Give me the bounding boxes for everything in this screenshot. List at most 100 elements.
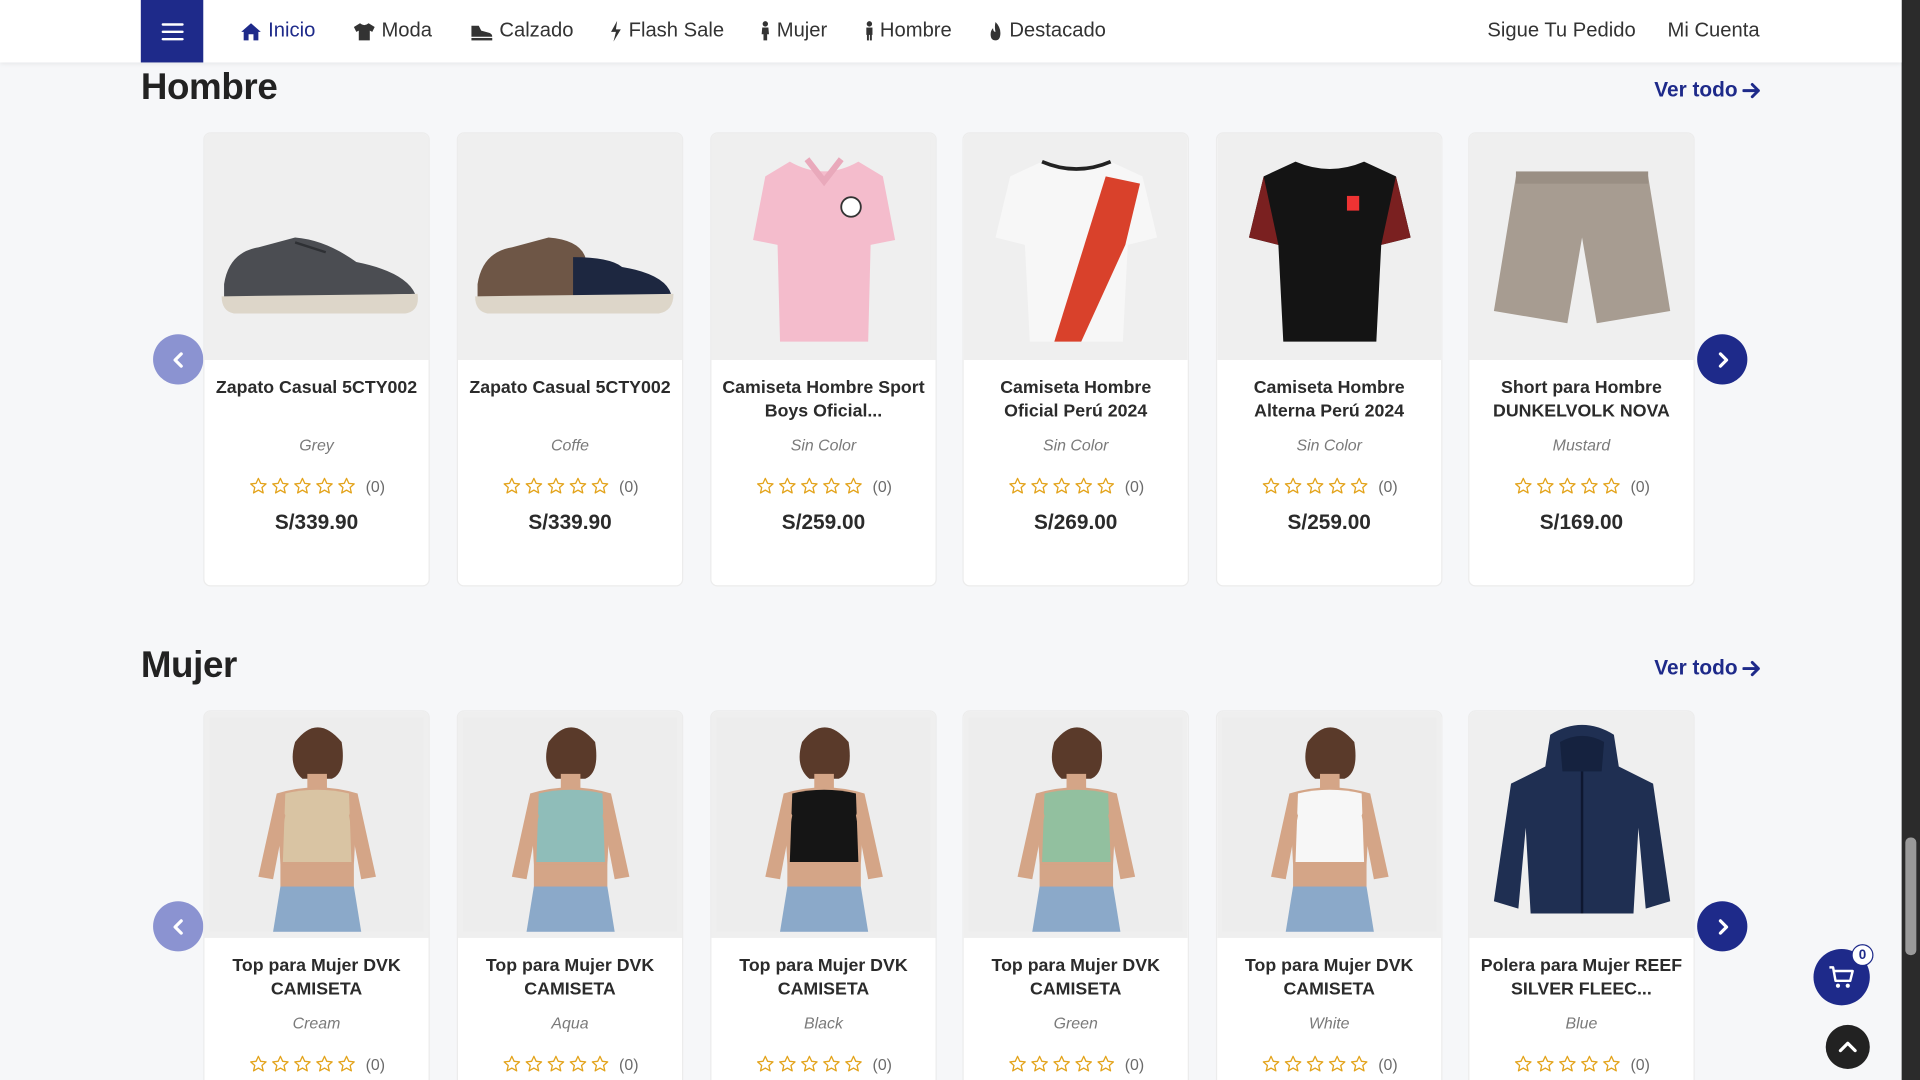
- star-icon: [315, 1055, 333, 1072]
- product-name[interactable]: Polera para Mujer REEF SILVER FLEEC...: [1469, 955, 1693, 1002]
- nav-item-destacado[interactable]: Destacado: [989, 20, 1106, 43]
- product-image[interactable]: [1217, 133, 1442, 361]
- review-count: (0): [365, 1054, 386, 1074]
- product-name[interactable]: Top para Mujer DVK CAMISETA: [458, 955, 682, 1002]
- star-icon: [1514, 1055, 1532, 1072]
- back-to-top-button[interactable]: [1825, 1024, 1870, 1069]
- product-card[interactable]: Polera para Mujer REEF SILVER FLEEC... Bl…: [1468, 710, 1695, 1080]
- product-card[interactable]: Short para Hombre DUNKELVOLK NOVA Mustard…: [1468, 132, 1695, 587]
- review-count: (0): [1630, 1054, 1650, 1074]
- see-all-mujer-link[interactable]: Ver todo: [1654, 656, 1761, 680]
- carousel-prev-button[interactable]: [153, 334, 204, 385]
- product-name[interactable]: Short para Hombre DUNKELVOLK NOVA: [1469, 377, 1693, 424]
- product-name[interactable]: Zapato Casual 5CTY002: [458, 377, 682, 424]
- top-navbar: Inicio Moda Calzado Flash Sale Mujer Hom…: [0, 0, 1902, 63]
- my-account-link[interactable]: Mi Cuenta: [1668, 20, 1760, 43]
- review-count: (0): [619, 1054, 639, 1074]
- star-icon: [1328, 477, 1345, 494]
- product-image[interactable]: [204, 133, 429, 361]
- product-variant: Aqua: [551, 1013, 589, 1033]
- star-icon: [249, 477, 267, 494]
- cart-icon: [1829, 966, 1854, 988]
- product-price: S/339.90: [274, 510, 359, 534]
- product-name[interactable]: Top para Mujer DVK CAMISETA: [711, 955, 935, 1002]
- hamburger-menu-button[interactable]: [140, 0, 204, 63]
- product-rating: (0): [1469, 1054, 1693, 1074]
- star-icon: [1602, 1055, 1620, 1072]
- product-name[interactable]: Camiseta Hombre Alterna Perú 2024: [1217, 377, 1441, 424]
- nav-label: Hombre: [879, 19, 952, 42]
- product-name[interactable]: Camiseta Hombre Oficial Perú 2024: [964, 377, 1188, 424]
- product-rating: (0): [1217, 476, 1441, 496]
- product-variant: Sin Color: [1042, 435, 1109, 455]
- product-card[interactable]: Top para Mujer DVK CAMISETA White (0): [1215, 710, 1443, 1080]
- product-variant: Sin Color: [790, 435, 857, 455]
- product-card[interactable]: Camiseta Hombre Sport Boys Oficial... Sin…: [710, 132, 937, 587]
- product-card[interactable]: Top para Mujer DVK CAMISETA Cream (0): [203, 710, 430, 1080]
- see-all-hombre-link[interactable]: Ver todo: [1654, 78, 1761, 102]
- product-variant: Coffe: [550, 435, 590, 455]
- product-image[interactable]: [963, 711, 1188, 938]
- nav-item-calzado[interactable]: Calzado: [469, 20, 574, 43]
- product-card[interactable]: Zapato Casual 5CTY002 Coffe (0) S/339.90: [456, 132, 684, 587]
- track-order-link[interactable]: Sigue Tu Pedido: [1487, 20, 1635, 43]
- product-image[interactable]: [963, 133, 1188, 361]
- nav-item-moda[interactable]: Moda: [352, 20, 432, 43]
- nav-item-hombre[interactable]: Hombre: [864, 20, 952, 43]
- review-count: (0): [872, 476, 892, 496]
- product-name[interactable]: Top para Mujer DVK CAMISETA: [964, 955, 1188, 1002]
- product-card[interactable]: Top para Mujer DVK CAMISETA Green (0): [962, 710, 1189, 1080]
- product-variant: Grey: [299, 435, 334, 455]
- review-count: (0): [1378, 476, 1398, 496]
- product-name[interactable]: Top para Mujer DVK CAMISETA: [1217, 955, 1441, 1002]
- product-variant: Black: [803, 1013, 843, 1033]
- product-card[interactable]: Top para Mujer DVK CAMISETA Black (0): [710, 710, 937, 1080]
- review-count: (0): [1630, 476, 1650, 496]
- star-icon: [1580, 1055, 1598, 1072]
- star-icon: [1514, 477, 1532, 494]
- cart-count-badge: 0: [1851, 944, 1874, 967]
- carousel-prev-button[interactable]: [153, 901, 204, 952]
- product-image[interactable]: [204, 711, 429, 938]
- product-image[interactable]: [457, 711, 683, 938]
- product-name[interactable]: Top para Mujer DVK CAMISETA: [204, 955, 428, 1002]
- star-icon: [1350, 1055, 1367, 1072]
- product-name[interactable]: Camiseta Hombre Sport Boys Oficial...: [711, 377, 935, 424]
- product-card[interactable]: Top para Mujer DVK CAMISETA Aqua (0): [456, 710, 684, 1080]
- product-image[interactable]: [457, 133, 683, 361]
- product-image[interactable]: [1469, 711, 1694, 938]
- review-count: (0): [1124, 1054, 1145, 1074]
- nav-item-mujer[interactable]: Mujer: [761, 20, 827, 43]
- product-image[interactable]: [711, 133, 936, 361]
- product-card[interactable]: Zapato Casual 5CTY002 Grey (0) S/339.90: [203, 132, 430, 587]
- product-card[interactable]: Camiseta Hombre Oficial Perú 2024 Sin Col…: [962, 132, 1189, 587]
- chevron-right-icon: [1718, 918, 1728, 935]
- product-variant: Green: [1053, 1013, 1098, 1033]
- star-icon: [778, 477, 796, 494]
- nav-item-flash-sale[interactable]: Flash Sale: [610, 20, 724, 43]
- star-icon: [1030, 477, 1048, 494]
- fire-icon: [990, 22, 1001, 41]
- nav-label: Inicio: [268, 19, 316, 42]
- section-title-mujer: Mujer: [140, 645, 238, 686]
- product-card[interactable]: Camiseta Hombre Alterna Perú 2024 Sin Col…: [1215, 132, 1443, 587]
- star-icon: [1096, 477, 1114, 494]
- scrollbar-thumb[interactable]: [1905, 837, 1917, 956]
- nav-item-inicio[interactable]: Inicio: [240, 20, 315, 43]
- product-image[interactable]: [1217, 711, 1442, 938]
- star-icon: [591, 1055, 608, 1072]
- star-icon: [337, 1055, 355, 1072]
- nav-label: Calzado: [499, 19, 574, 42]
- arrow-right-icon: [1742, 660, 1760, 677]
- product-image[interactable]: [1469, 133, 1694, 361]
- star-icon: [315, 477, 333, 494]
- star-icon: [547, 1055, 564, 1072]
- carousel-next-button[interactable]: [1697, 334, 1748, 385]
- star-icon: [249, 1055, 267, 1072]
- carousel-next-button[interactable]: [1697, 901, 1748, 952]
- nav-label: Destacado: [1009, 19, 1106, 42]
- star-icon: [293, 1055, 311, 1072]
- product-image[interactable]: [711, 711, 936, 938]
- product-price: S/269.00: [1034, 510, 1118, 534]
- product-name[interactable]: Zapato Casual 5CTY002: [204, 377, 428, 424]
